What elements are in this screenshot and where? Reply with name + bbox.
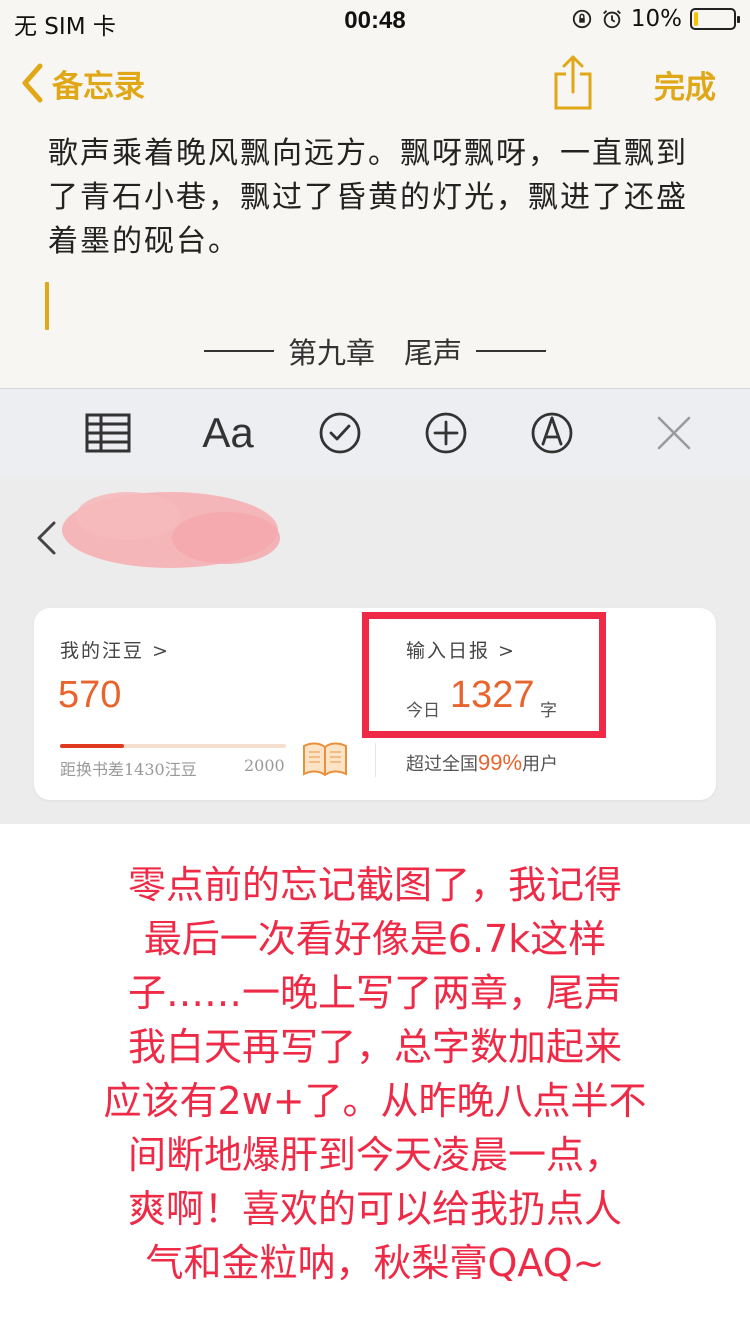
back-button[interactable]: 备忘录	[20, 58, 145, 108]
highlight-box	[362, 612, 606, 738]
add-icon	[425, 412, 467, 454]
heading-dash-right	[476, 350, 546, 352]
beans-title-link[interactable]: 我的汪豆 >	[60, 636, 170, 663]
chevron-left-icon	[22, 63, 43, 103]
chapter-title: 第九章 尾声	[287, 336, 462, 370]
markup-button[interactable]	[522, 403, 582, 463]
beans-goal: 2000	[244, 756, 285, 775]
card-divider	[375, 743, 376, 777]
chapter-heading: 第九章 尾声	[0, 330, 750, 372]
close-keyboard-button[interactable]	[644, 403, 704, 463]
caption-line: 间断地爆肝到今天凌晨一点，	[127, 1133, 622, 1177]
text-format-icon: Aa	[202, 409, 254, 456]
caption-line: 最后一次看好像是6.7k这样	[143, 917, 607, 961]
add-button[interactable]	[416, 403, 476, 463]
beans-value: 570	[58, 674, 122, 716]
table-button[interactable]	[78, 403, 138, 463]
status-bar: 无 SIM 卡 00:48 10%	[0, 0, 750, 42]
caption-line: 我白天再写了，总字数加起来	[127, 1025, 622, 1069]
beans-progress-fill	[60, 744, 125, 748]
nav-bar: 备忘录 完成	[0, 52, 750, 116]
table-icon	[85, 413, 131, 453]
keyboard-toolbar: Aa	[0, 388, 750, 476]
markup-pen-icon	[531, 412, 573, 454]
orientation-lock-icon	[572, 9, 592, 29]
ranking-text: 超过全国99%用户	[406, 750, 558, 776]
checklist-button[interactable]	[310, 403, 370, 463]
notes-screen: 无 SIM 卡 00:48 10% 备忘录 完成 歌声乘着晚风飘向远方。飘呀飘呀…	[0, 0, 750, 388]
beans-diff-text: 距换书差1430汪豆	[60, 760, 197, 779]
ranking-percent: 99%	[478, 750, 523, 775]
beans-progress-bar	[60, 744, 286, 748]
checklist-icon	[319, 412, 361, 454]
caption-line: 应该有2w+了。从昨晚八点半不	[103, 1079, 647, 1123]
battery-percent: 10%	[630, 6, 682, 32]
caption-line: 爽啊！喜欢的可以给我扔点人	[127, 1187, 622, 1231]
back-label: 备忘录	[52, 68, 145, 105]
format-button[interactable]: Aa	[198, 403, 258, 463]
caption-line: 零点前的忘记截图了，我记得	[127, 863, 622, 907]
caption-line: 子……一晚上写了两章，尾声	[127, 971, 622, 1015]
ranking-prefix: 超过全国	[406, 754, 478, 775]
battery-icon	[690, 8, 740, 30]
book-icon[interactable]	[302, 740, 348, 778]
share-icon[interactable]	[550, 54, 596, 112]
caption-line: 气和金粒呐，秋梨膏QAQ~	[145, 1241, 605, 1285]
status-right: 10%	[571, 6, 740, 32]
done-button[interactable]: 完成	[654, 62, 716, 107]
caption-text: 零点前的忘记截图了，我记得 最后一次看好像是6.7k这样 子……一晚上写了两章，…	[34, 858, 716, 1290]
text-cursor	[45, 282, 49, 330]
heading-dash-left	[203, 350, 274, 352]
ranking-suffix: 用户	[522, 754, 559, 775]
battery-fill	[694, 12, 699, 26]
note-text[interactable]: 歌声乘着晚风飘向远方。飘呀飘呀，一直飘到了青石小巷，飘过了昏黄的灯光，飘进了还盛…	[48, 132, 708, 264]
redacted-username	[62, 492, 280, 568]
alarm-icon	[602, 10, 621, 29]
close-icon	[657, 416, 691, 450]
